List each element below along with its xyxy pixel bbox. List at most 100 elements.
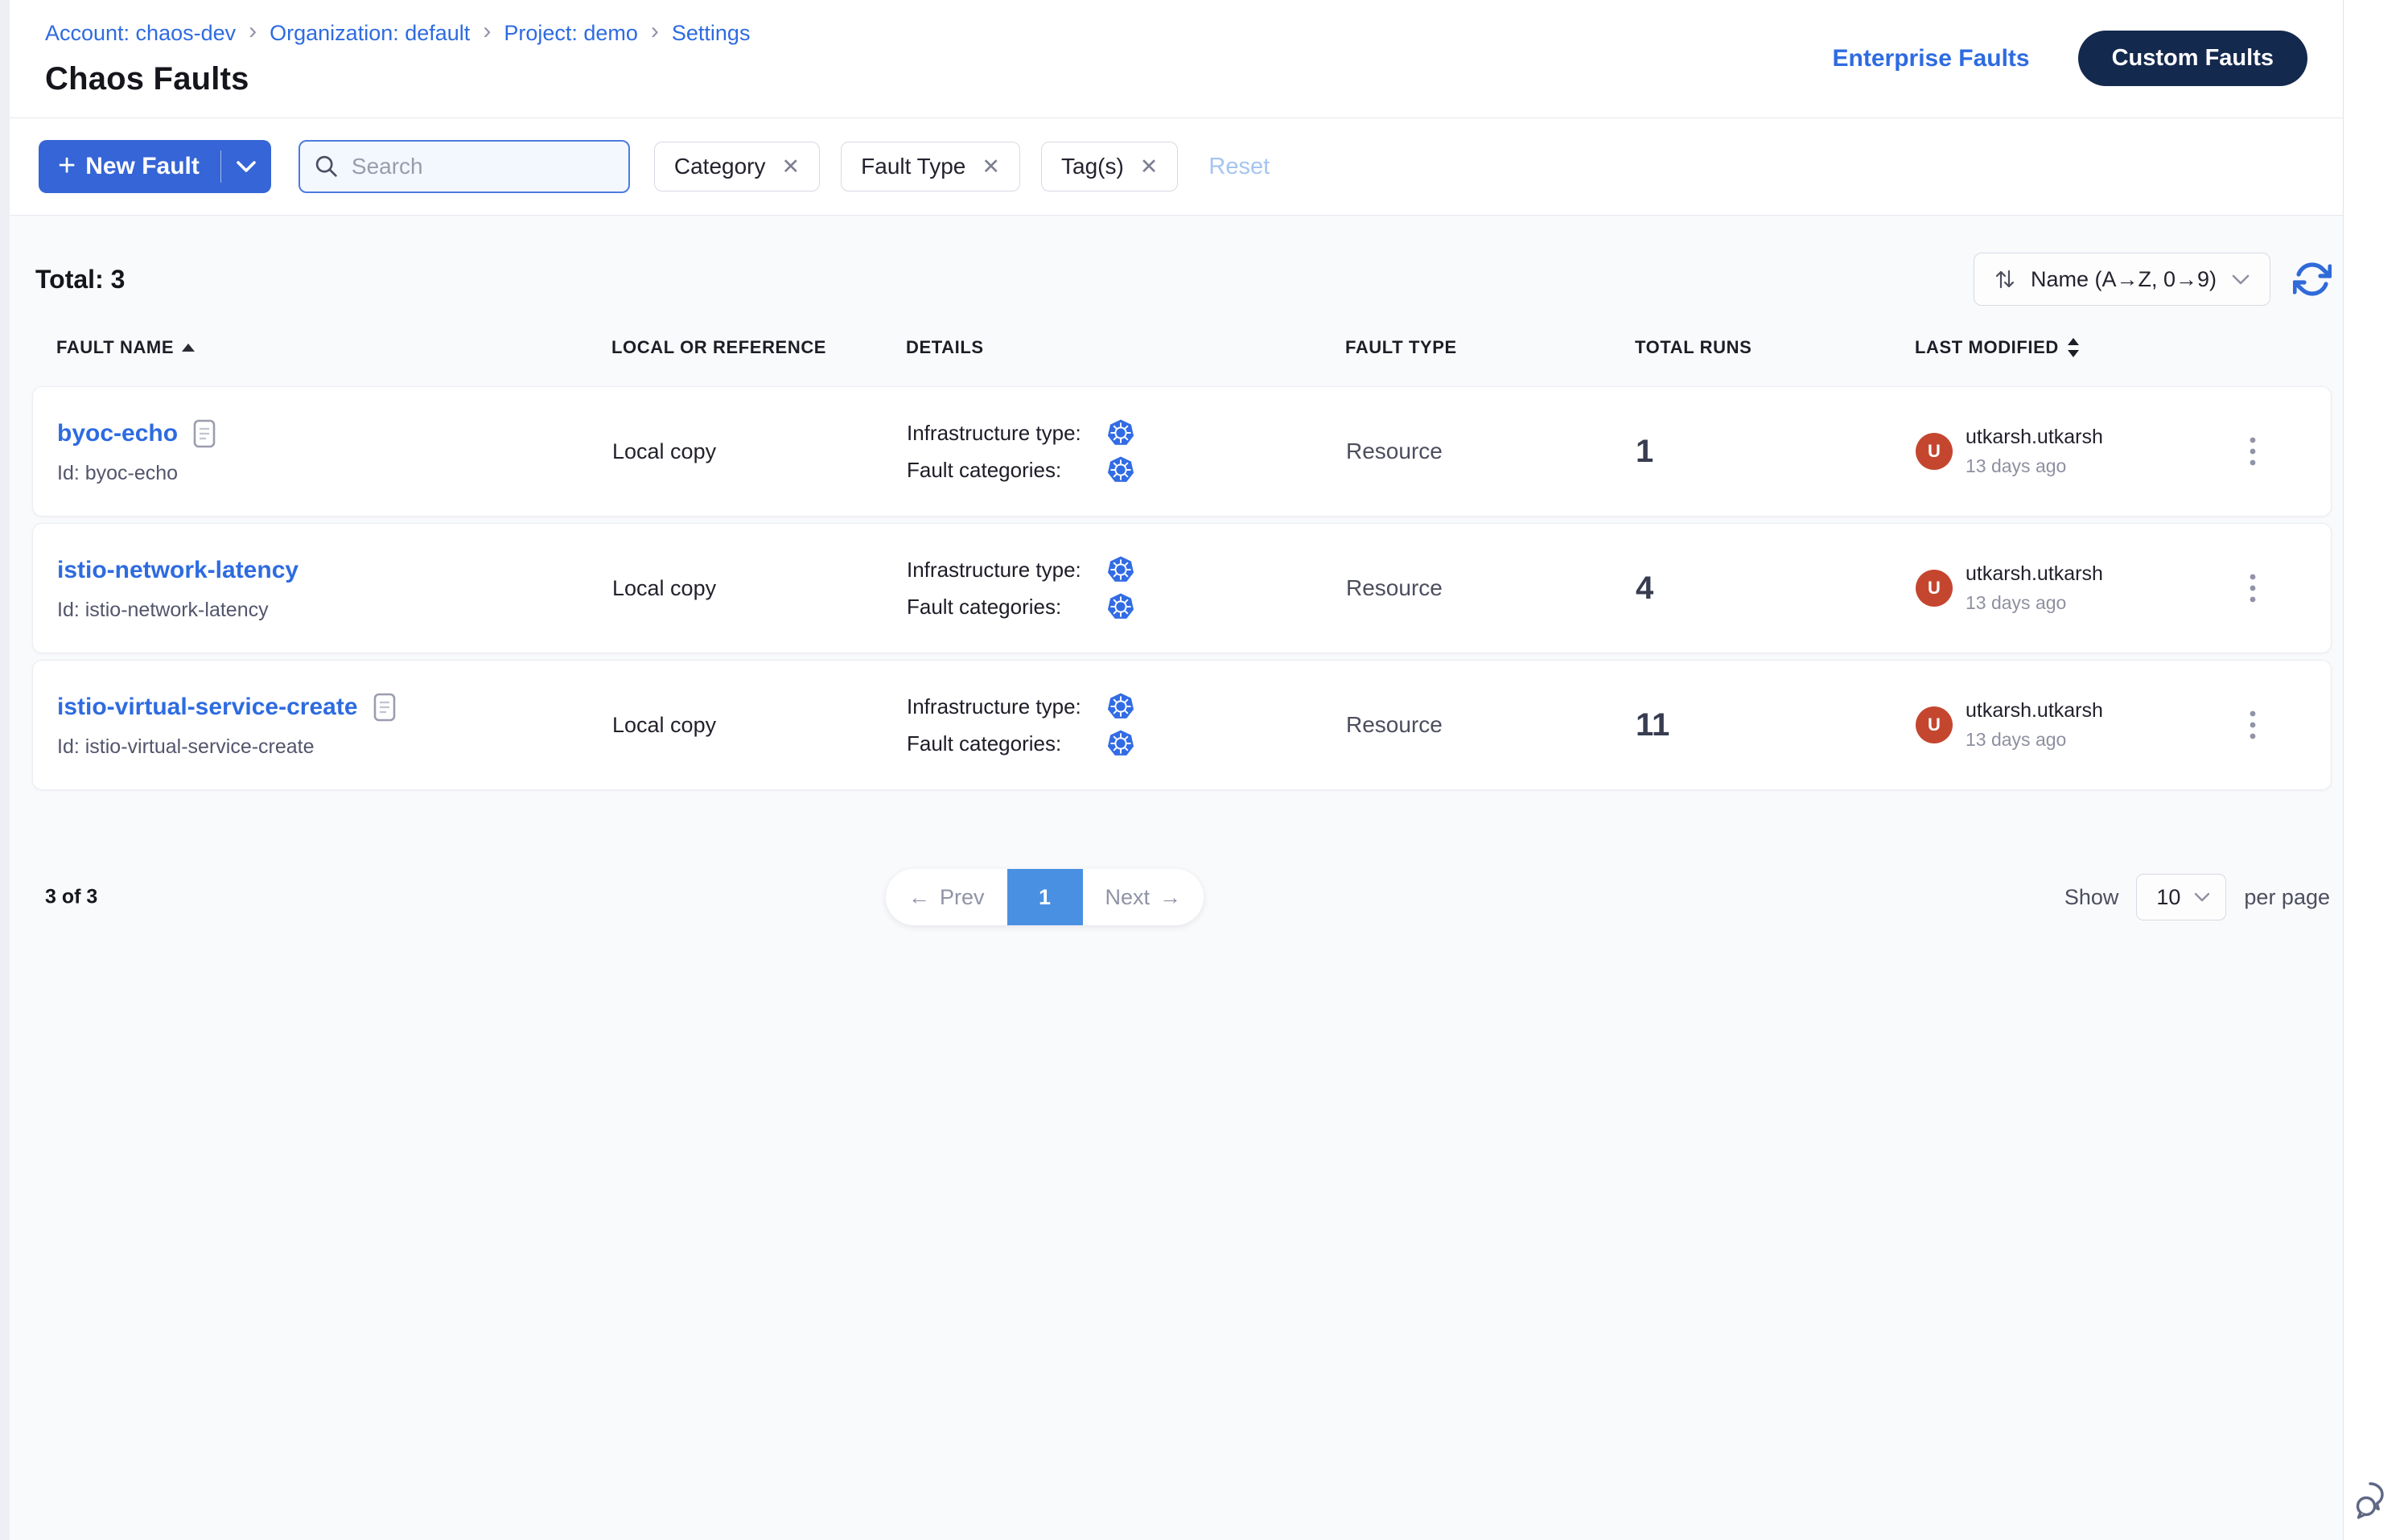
- new-fault-button[interactable]: + New Fault: [39, 140, 271, 193]
- search-input[interactable]: [298, 140, 630, 193]
- header-actions: Enterprise Faults Custom Faults: [1833, 31, 2307, 86]
- last-modified-cell: U utkarsh.utkarsh 13 days ago: [1916, 387, 2229, 516]
- page-size-group: Show 10 per page: [2064, 874, 2330, 920]
- total-runs-value: 4: [1636, 570, 1653, 607]
- fault-id: Id: byoc-echo: [57, 462, 178, 485]
- sort-group: Name (A→Z, 0→9): [1974, 253, 2332, 306]
- filter-chip-category[interactable]: Category ✕: [654, 142, 820, 191]
- total-runs-cell: 11: [1636, 661, 1916, 789]
- column-label: FAULT NAME: [56, 337, 174, 358]
- fault-categories-label: Fault categories:: [907, 458, 1106, 483]
- breadcrumb-project[interactable]: Project: demo: [504, 21, 638, 46]
- column-details: DETAILS: [906, 337, 1345, 358]
- row-actions-cell: [2229, 661, 2331, 789]
- next-label: Next: [1105, 885, 1151, 910]
- copy-icon[interactable]: [192, 418, 216, 449]
- copy-icon[interactable]: [373, 692, 397, 723]
- next-page-button[interactable]: Next →: [1083, 869, 1204, 925]
- show-label: Show: [2064, 885, 2119, 910]
- last-modified-cell: U utkarsh.utkarsh 13 days ago: [1916, 661, 2229, 789]
- table-row: istio-virtual-service-create Id: istio-v…: [32, 660, 2332, 790]
- fault-name-link[interactable]: istio-virtual-service-create: [57, 694, 358, 721]
- column-last-modified[interactable]: LAST MODIFIED: [1915, 337, 2229, 358]
- close-icon[interactable]: ✕: [1140, 156, 1159, 178]
- help-chat-icon[interactable]: [2353, 1477, 2396, 1524]
- row-menu-button[interactable]: [2244, 705, 2262, 745]
- details-cell: Infrastructure type: Fault categories:: [907, 387, 1346, 516]
- avatar: U: [1916, 570, 1953, 607]
- modified-time: 13 days ago: [1966, 455, 2103, 477]
- breadcrumb-separator: ›: [651, 19, 659, 47]
- sort-both-icon: [2067, 338, 2080, 357]
- page-summary: 3 of 3: [45, 886, 97, 909]
- fault-name-link[interactable]: istio-network-latency: [57, 557, 298, 584]
- vertical-dots-icon: [2249, 573, 2257, 603]
- arrow-left-icon: ←: [908, 885, 930, 910]
- details-cell: Infrastructure type: Fault categories:: [907, 661, 1346, 789]
- local-or-reference-cell: Local copy: [612, 524, 907, 653]
- page-size-select[interactable]: 10: [2136, 874, 2226, 920]
- kubernetes-icon: [1106, 418, 1135, 447]
- kubernetes-icon: [1106, 592, 1135, 621]
- arrow-right-icon: →: [1159, 885, 1181, 910]
- avatar: U: [1916, 433, 1953, 470]
- fault-type-value: Resource: [1346, 575, 1443, 601]
- fault-name-link[interactable]: byoc-echo: [57, 420, 178, 447]
- page-1-button[interactable]: 1: [1007, 869, 1083, 925]
- column-label: TOTAL RUNS: [1635, 337, 1752, 358]
- table-header: FAULT NAME LOCAL OR REFERENCE DETAILS FA…: [32, 330, 2332, 365]
- new-fault-caret-button[interactable]: [221, 140, 271, 193]
- local-or-reference-cell: Local copy: [612, 661, 907, 789]
- row-menu-button[interactable]: [2244, 431, 2262, 471]
- column-fault-name[interactable]: FAULT NAME: [32, 337, 611, 358]
- list-head: Total: 3 Name (A→Z, 0→9): [32, 253, 2332, 306]
- collapsed-nav-strip: [0, 0, 10, 1540]
- kubernetes-icon: [1106, 729, 1135, 758]
- chevron-down-icon: [236, 160, 257, 173]
- close-icon[interactable]: ✕: [782, 156, 801, 178]
- chevron-down-icon: [2193, 891, 2211, 903]
- prev-page-button[interactable]: ← Prev: [886, 869, 1007, 925]
- main-area: Account: chaos-dev › Organization: defau…: [10, 0, 2343, 1540]
- kubernetes-icon: [1106, 555, 1135, 584]
- avatar: U: [1916, 706, 1953, 743]
- per-page-label: per page: [2244, 885, 2330, 910]
- fault-name-cell: byoc-echo Id: byoc-echo: [33, 387, 612, 516]
- sort-arrows-icon: [1994, 267, 2016, 291]
- filter-chip-fault-type[interactable]: Fault Type ✕: [841, 142, 1020, 191]
- kubernetes-icon: [1106, 692, 1135, 721]
- infrastructure-type-label: Infrastructure type:: [907, 694, 1106, 719]
- custom-faults-button[interactable]: Custom Faults: [2078, 31, 2307, 86]
- fault-type-cell: Resource: [1346, 661, 1636, 789]
- row-menu-button[interactable]: [2244, 568, 2262, 608]
- breadcrumb-separator: ›: [249, 19, 257, 47]
- fault-type-cell: Resource: [1346, 524, 1636, 653]
- filter-chips: Category ✕ Fault Type ✕ Tag(s) ✕: [654, 142, 1179, 191]
- fault-name-cell: istio-virtual-service-create Id: istio-v…: [33, 661, 612, 789]
- enterprise-faults-link[interactable]: Enterprise Faults: [1833, 45, 2030, 72]
- column-label: FAULT TYPE: [1345, 337, 1457, 358]
- refresh-icon: [2293, 260, 2332, 299]
- sort-label: Name (A→Z, 0→9): [2031, 267, 2217, 292]
- breadcrumb-account[interactable]: Account: chaos-dev: [45, 21, 236, 46]
- local-or-reference-cell: Local copy: [612, 387, 907, 516]
- fault-categories-label: Fault categories:: [907, 595, 1106, 620]
- filter-chip-tags[interactable]: Tag(s) ✕: [1041, 142, 1178, 191]
- vertical-dots-icon: [2249, 436, 2257, 467]
- breadcrumb-organization[interactable]: Organization: default: [270, 21, 470, 46]
- local-or-reference-value: Local copy: [612, 713, 716, 738]
- sort-dropdown[interactable]: Name (A→Z, 0→9): [1974, 253, 2270, 306]
- reset-filters-button[interactable]: Reset: [1208, 154, 1270, 180]
- fault-type-value: Resource: [1346, 712, 1443, 738]
- refresh-button[interactable]: [2293, 260, 2332, 299]
- breadcrumb-settings[interactable]: Settings: [672, 21, 751, 46]
- right-utility-panel: [2343, 0, 2404, 1540]
- column-label: LOCAL OR REFERENCE: [611, 337, 826, 358]
- kubernetes-icon: [1106, 455, 1135, 484]
- fault-id: Id: istio-network-latency: [57, 599, 269, 622]
- close-icon[interactable]: ✕: [982, 156, 1000, 178]
- table-row: istio-network-latency Id: istio-network-…: [32, 523, 2332, 653]
- vertical-dots-icon: [2249, 710, 2257, 740]
- filter-chip-label: Category: [674, 154, 766, 179]
- plus-icon: +: [58, 150, 76, 181]
